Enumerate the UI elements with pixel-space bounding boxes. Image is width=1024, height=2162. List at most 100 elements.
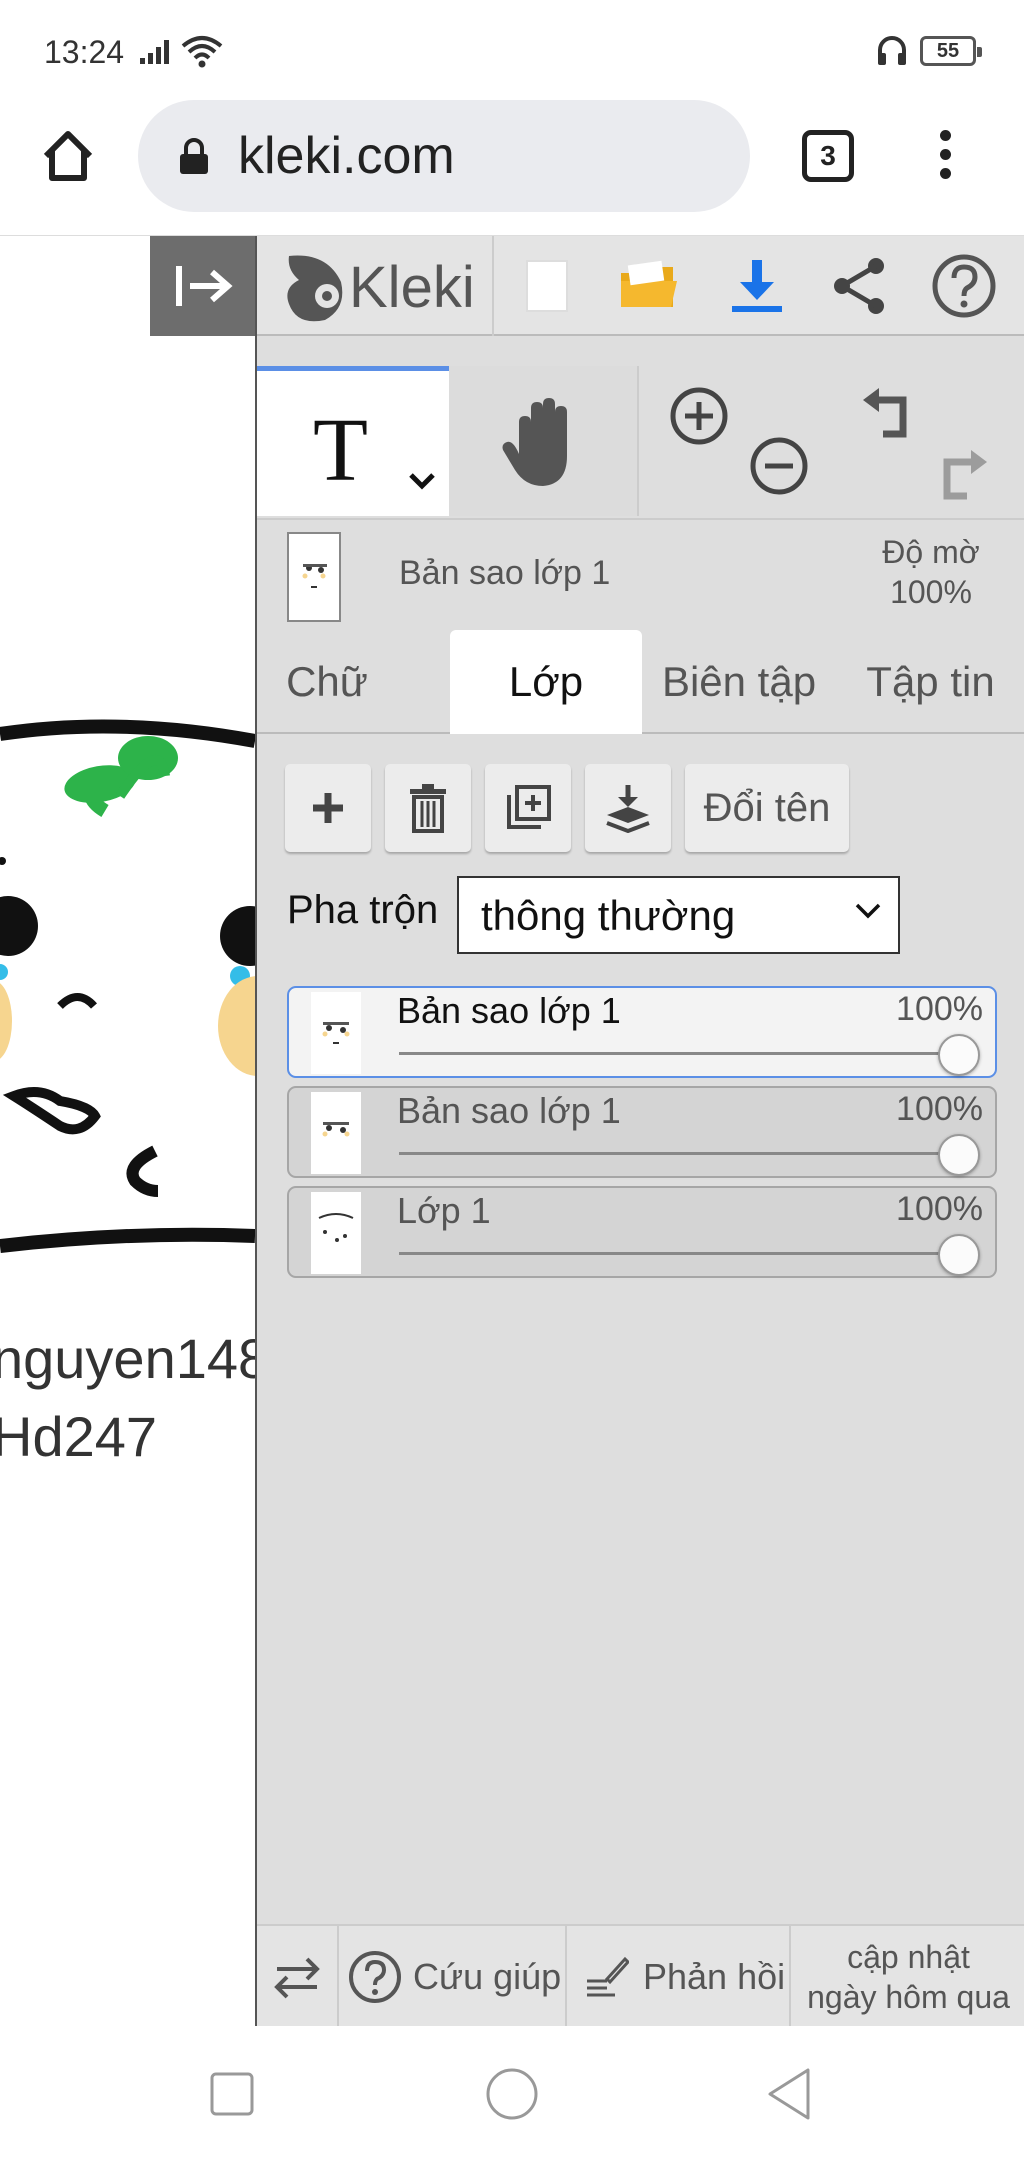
- question-icon: [349, 1951, 401, 2003]
- swap-arrows-icon: [274, 1957, 320, 1999]
- app-topbar: Kleki: [257, 236, 1024, 336]
- system-nav-bar: [0, 2026, 1024, 2162]
- status-bar: 13:24 55: [0, 0, 1024, 100]
- new-image-button[interactable]: [497, 236, 597, 336]
- current-layer-header: Bản sao lớp 1 Độ mờ 100%: [257, 518, 1024, 630]
- opacity-slider-track[interactable]: [399, 1152, 959, 1155]
- layer-name: Lớp 1: [397, 1190, 491, 1231]
- headset-icon: [876, 34, 908, 73]
- canvas-drawing: [0, 719, 255, 1253]
- canvas-text-line: Hd247: [0, 1405, 158, 1468]
- swap-side-button[interactable]: [257, 1926, 339, 2028]
- zoom-out-icon[interactable]: [749, 436, 809, 496]
- feedback-link[interactable]: Phản hồi: [567, 1926, 791, 2028]
- history-controls: [831, 366, 1024, 516]
- tab-layers[interactable]: Lớp: [450, 630, 642, 734]
- opacity-slider-track[interactable]: [399, 1052, 959, 1055]
- drawing-canvas[interactable]: nguyen148 Hd247: [0, 236, 255, 2026]
- help-link[interactable]: Cứu giúp: [339, 1926, 567, 2028]
- kleki-logo[interactable]: Kleki: [257, 236, 494, 336]
- zoom-in-icon[interactable]: [669, 386, 729, 446]
- signal-icon: [140, 38, 174, 71]
- status-time: 13:24: [44, 34, 125, 70]
- browser-menu-button[interactable]: [930, 130, 960, 190]
- folder-icon: [621, 260, 677, 307]
- tab-edit[interactable]: Biên tập: [643, 630, 835, 734]
- layer-opacity: 100%: [896, 1090, 983, 1128]
- text-tool-button[interactable]: T: [257, 366, 449, 516]
- new-file-icon: [526, 260, 568, 312]
- tool-panel: Kleki T Bản sao lớp 1 Độ mờ 100% Chữ Lớp…: [255, 236, 1024, 2028]
- kleki-logo-text: Kleki: [349, 255, 475, 320]
- opacity-slider-handle[interactable]: [938, 1134, 980, 1176]
- layer-name: Bản sao lớp 1: [397, 990, 621, 1031]
- tabs-count-button[interactable]: 3: [802, 130, 854, 182]
- home-button[interactable]: [38, 126, 98, 186]
- layer-opacity: 100%: [896, 1190, 983, 1228]
- browser-toolbar: kleki.com 3: [0, 100, 1024, 236]
- tab-file[interactable]: Tập tin: [835, 630, 1024, 734]
- opacity-slider-handle[interactable]: [938, 1234, 980, 1276]
- layer-thumbnail: [311, 1192, 361, 1274]
- tool-row: T: [257, 366, 1024, 516]
- update-line-1: cập nhật: [847, 1939, 970, 1975]
- home-circle-icon[interactable]: [484, 2066, 540, 2122]
- tab-text[interactable]: Chữ: [257, 630, 397, 734]
- trash-icon: [410, 784, 446, 833]
- download-icon: [732, 260, 782, 312]
- layer-item[interactable]: Bản sao lớp 1 100%: [287, 986, 997, 1078]
- layer-name: Bản sao lớp 1: [397, 1090, 621, 1131]
- hand-tool-button[interactable]: [449, 366, 639, 516]
- layer-thumbnail: [311, 992, 361, 1074]
- redo-icon[interactable]: [931, 446, 993, 506]
- question-icon: [932, 254, 996, 318]
- merge-down-icon: [606, 785, 650, 833]
- panel-tabs: Chữ Lớp Biên tập Tập tin: [257, 630, 1024, 734]
- panel-footer: Cứu giúp Phản hồi cập nhật ngày hôm qua: [257, 1924, 1024, 2028]
- layer-item[interactable]: Lớp 1 100%: [287, 1186, 997, 1278]
- opacity-slider-handle[interactable]: [938, 1034, 980, 1076]
- zoom-controls: [641, 366, 831, 516]
- duplicate-icon: [507, 785, 551, 829]
- blend-mode-select[interactable]: thông thường: [457, 876, 900, 954]
- save-button[interactable]: [707, 236, 807, 336]
- add-layer-button[interactable]: [285, 764, 371, 852]
- arrow-right-bar-icon: [176, 266, 233, 306]
- merge-layer-button[interactable]: [585, 764, 671, 852]
- url-text: kleki.com: [238, 127, 455, 185]
- wifi-icon: [180, 34, 224, 73]
- changelog-link[interactable]: cập nhật ngày hôm qua: [791, 1926, 1024, 2028]
- collapse-panel-button[interactable]: [150, 236, 255, 336]
- blend-mode-label: Pha trộn: [287, 888, 439, 932]
- rename-layer-button[interactable]: Đổi tên: [685, 764, 849, 852]
- chevron-down-icon[interactable]: [407, 471, 437, 496]
- text-tool-icon: T: [313, 401, 368, 500]
- feedback-pen-icon: [587, 1956, 629, 1997]
- layer-item[interactable]: Bản sao lớp 1 100%: [287, 1086, 997, 1178]
- delete-layer-button[interactable]: [385, 764, 471, 852]
- chevron-down-icon: [854, 902, 882, 925]
- blend-mode-value: thông thường: [481, 892, 736, 939]
- undo-icon[interactable]: [857, 384, 919, 444]
- url-bar[interactable]: kleki.com: [138, 100, 750, 212]
- home-icon: [43, 131, 93, 181]
- update-line-2: ngày hôm qua: [807, 1979, 1010, 2015]
- kleki-bird-icon: [287, 255, 343, 322]
- layer-opacity: 100%: [896, 990, 983, 1028]
- layer-thumbnail: [311, 1092, 361, 1174]
- back-icon[interactable]: [764, 2066, 814, 2122]
- plus-icon: [313, 793, 343, 823]
- hand-icon: [502, 398, 567, 486]
- recent-apps-icon[interactable]: [208, 2070, 256, 2118]
- opacity-slider-track[interactable]: [399, 1252, 959, 1255]
- open-file-button[interactable]: [599, 236, 699, 336]
- opacity-label: Độ mờ: [882, 534, 980, 570]
- duplicate-layer-button[interactable]: [485, 764, 571, 852]
- help-button[interactable]: [914, 236, 1014, 336]
- update-info: cập nhật ngày hôm qua: [791, 1937, 1024, 2017]
- opacity-value: 100%: [890, 574, 972, 610]
- share-button[interactable]: [810, 236, 910, 336]
- canvas-text-line: nguyen148: [0, 1327, 255, 1390]
- battery-indicator: 55: [920, 36, 982, 66]
- lock-icon: [178, 138, 210, 181]
